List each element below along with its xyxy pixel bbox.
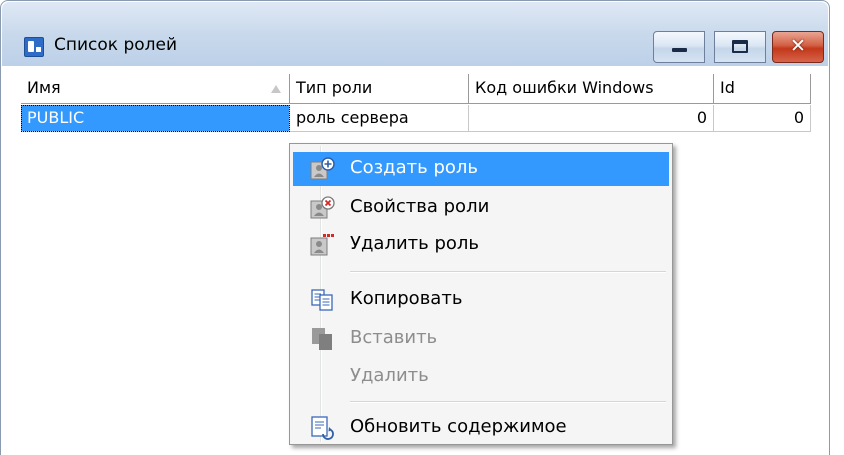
table-row[interactable]: PUBLIC роль сервера 0 0 (21, 105, 811, 132)
cell-id[interactable]: 0 (714, 105, 811, 132)
menu-item-create-role[interactable]: Создать роль (293, 152, 669, 186)
menu-item-label: Вставить (350, 327, 438, 348)
cell-windows-error-code[interactable]: 0 (469, 105, 714, 132)
menu-item-label: Создать роль (350, 157, 478, 178)
refresh-icon (311, 416, 334, 440)
menu-item-copy[interactable]: Копировать (293, 283, 669, 317)
menu-item-delete-role[interactable]: Удалить роль (293, 228, 669, 262)
grid-header: Имя Тип роли Код ошибки Windows Id (21, 74, 811, 104)
context-menu: Создать роль Свойства роли Удалить роль (289, 143, 673, 445)
menu-item-label: Свойства роли (350, 196, 490, 217)
column-header-role-type[interactable]: Тип роли (290, 74, 469, 104)
delete-role-icon (310, 234, 334, 256)
create-role-icon (310, 157, 335, 180)
menu-item-label: Удалить роль (350, 233, 480, 254)
copy-icon (311, 289, 333, 311)
minimize-icon (672, 48, 687, 52)
column-header-label: Id (720, 78, 735, 97)
menu-separator (350, 271, 666, 273)
cell-role-type[interactable]: роль сервера (290, 105, 469, 132)
paste-icon (312, 328, 332, 350)
column-header-label: Имя (27, 78, 61, 97)
menu-item-label: Обновить содержимое (350, 416, 567, 437)
minimize-button[interactable] (653, 31, 705, 63)
close-button[interactable]: ✕ (772, 31, 824, 63)
menu-separator (350, 401, 666, 403)
roles-window-icon (24, 37, 44, 57)
maximize-icon (732, 40, 748, 53)
sort-ascending-icon (271, 85, 281, 93)
title-bar[interactable]: Список ролей ✕ (2, 2, 828, 66)
menu-item-label: Копировать (350, 288, 463, 309)
column-header-label: Код ошибки Windows (475, 78, 654, 97)
menu-item-paste[interactable]: Вставить (293, 322, 669, 356)
column-header-label: Тип роли (296, 78, 373, 97)
menu-item-role-properties[interactable]: Свойства роли (293, 191, 669, 225)
menu-item-refresh[interactable]: Обновить содержимое (293, 411, 669, 445)
cell-role-name[interactable]: PUBLIC (21, 105, 290, 132)
column-header-name[interactable]: Имя (21, 74, 290, 104)
maximize-button[interactable] (714, 31, 766, 63)
column-header-windows-error-code[interactable]: Код ошибки Windows (469, 74, 714, 104)
close-icon: ✕ (790, 35, 806, 57)
role-properties-icon (310, 196, 335, 219)
column-header-id[interactable]: Id (714, 74, 811, 104)
menu-item-delete[interactable]: Удалить (293, 360, 669, 394)
menu-item-label: Удалить (350, 365, 429, 386)
window-title: Список ролей (54, 35, 178, 55)
